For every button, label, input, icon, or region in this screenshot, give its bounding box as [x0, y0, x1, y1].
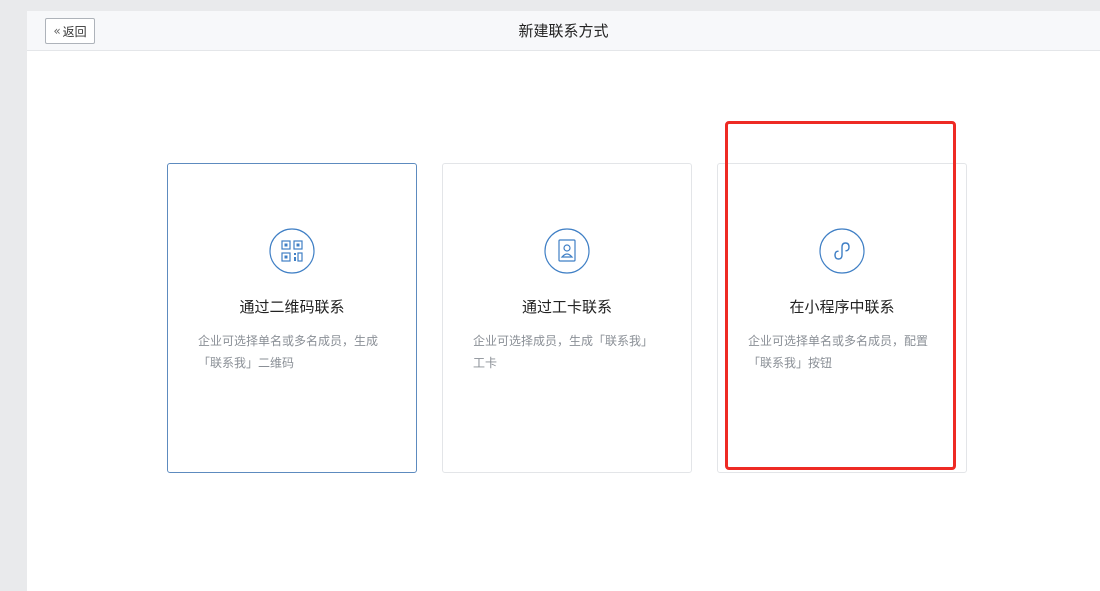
- mini-program-contact-card[interactable]: 在小程序中联系 企业可选择单名或多名成员，配置 「联系我」按钮: [717, 163, 967, 473]
- card-title: 通过工卡联系: [521, 298, 612, 316]
- card-description-line: 企业可选择单名或多名成员，配置: [748, 334, 929, 348]
- main-panel: 新建联系方式 « 返回 通过二维码联系 企业可选择单名或多名成员，生成 「联系我…: [27, 11, 1100, 591]
- card-description: 企业可选择单名或多名成员，生成 「联系我」二维码: [198, 330, 388, 374]
- back-button-label: 返回: [62, 24, 87, 39]
- card-title: 在小程序中联系: [789, 298, 895, 316]
- card-description-line: 工卡: [473, 356, 498, 370]
- card-description-line: 「联系我」二维码: [198, 356, 295, 370]
- left-gutter: [0, 0, 27, 591]
- page-header: 新建联系方式 « 返回: [27, 11, 1100, 51]
- card-description: 企业可选择单名或多名成员，配置 「联系我」按钮: [748, 330, 938, 374]
- back-button[interactable]: « 返回: [45, 18, 95, 44]
- card-description: 企业可选择成员，生成「联系我」 工卡: [473, 330, 663, 374]
- double-chevron-left-icon: «: [53, 24, 61, 38]
- qr-code-icon: [269, 228, 315, 274]
- card-description-line: 企业可选择成员，生成「联系我」: [473, 334, 654, 348]
- card-description-line: 「联系我」按钮: [748, 356, 833, 370]
- mini-program-icon: [819, 228, 865, 274]
- window-top-strip: [0, 0, 1100, 11]
- work-badge-contact-card[interactable]: 通过工卡联系 企业可选择成员，生成「联系我」 工卡: [442, 163, 692, 473]
- qr-code-contact-card[interactable]: 通过二维码联系 企业可选择单名或多名成员，生成 「联系我」二维码: [167, 163, 417, 473]
- card-title: 通过二维码联系: [239, 298, 345, 316]
- card-description-line: 企业可选择单名或多名成员，生成: [198, 334, 379, 348]
- badge-card-icon: [544, 228, 590, 274]
- page-title: 新建联系方式: [518, 22, 609, 40]
